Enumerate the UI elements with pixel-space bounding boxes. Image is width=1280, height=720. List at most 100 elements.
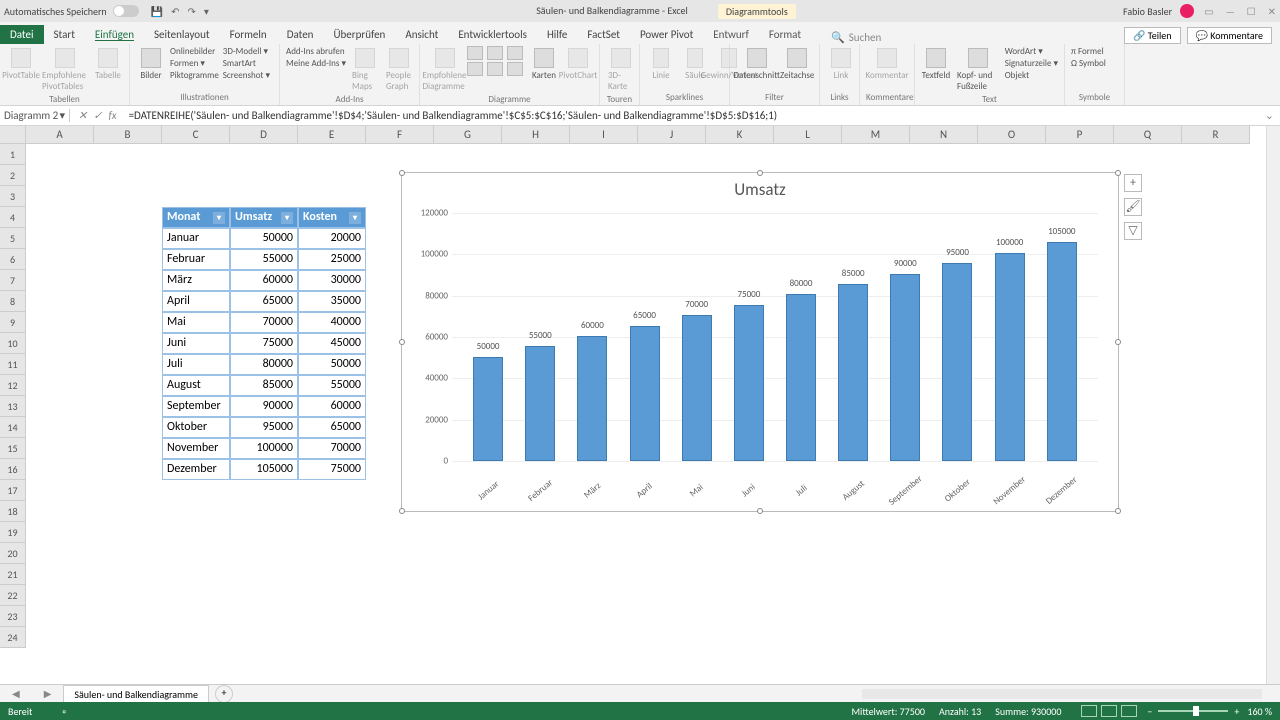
chart-object[interactable]: Umsatz 020000400006000080000100000120000… bbox=[401, 172, 1119, 512]
bar[interactable]: 100000 bbox=[987, 253, 1032, 461]
online-pictures-button[interactable]: Onlinebilder bbox=[170, 46, 219, 57]
row-header[interactable]: 14 bbox=[0, 417, 26, 438]
recommended-pivot-button[interactable]: Empfohlene PivotTables bbox=[40, 46, 89, 94]
row-header[interactable]: 7 bbox=[0, 270, 26, 291]
table-cell[interactable]: 95000 bbox=[230, 417, 298, 438]
save-icon[interactable]: 💾 bbox=[151, 5, 163, 18]
row-header[interactable]: 6 bbox=[0, 249, 26, 270]
bar[interactable]: 80000 bbox=[779, 294, 824, 461]
row-header[interactable]: 11 bbox=[0, 354, 26, 375]
comments-button[interactable]: 💬 Kommentare bbox=[1187, 27, 1272, 44]
filter-dropdown-icon[interactable]: ▾ bbox=[281, 212, 293, 224]
column-header[interactable]: D bbox=[230, 126, 298, 144]
column-header[interactable]: Q bbox=[1114, 126, 1182, 144]
tab-format[interactable]: Format bbox=[759, 25, 811, 44]
table-cell[interactable]: Januar bbox=[162, 228, 230, 249]
table-cell[interactable]: 85000 bbox=[230, 375, 298, 396]
column-header[interactable]: M bbox=[842, 126, 910, 144]
formula-input[interactable]: =DATENREIHE('Säulen- und Balkendiagramme… bbox=[125, 109, 1259, 122]
row-header[interactable]: 13 bbox=[0, 396, 26, 417]
tab-file[interactable]: Datei bbox=[0, 25, 44, 44]
table-cell[interactable]: 35000 bbox=[298, 291, 366, 312]
row-header[interactable]: 18 bbox=[0, 501, 26, 522]
icons-button[interactable]: Piktogramme bbox=[170, 70, 219, 81]
fx-icon[interactable]: fx bbox=[108, 109, 116, 122]
textbox-button[interactable]: Textfeld bbox=[921, 46, 951, 83]
table-cell[interactable]: Februar bbox=[162, 249, 230, 270]
view-pagebreak-icon[interactable] bbox=[1121, 705, 1137, 717]
row-header[interactable]: 21 bbox=[0, 564, 26, 585]
chart-type-gallery[interactable] bbox=[467, 46, 525, 76]
table-header-cell[interactable]: Kosten▾ bbox=[298, 207, 366, 228]
table-cell[interactable]: 65000 bbox=[230, 291, 298, 312]
shapes-button[interactable]: Formen ▾ bbox=[170, 58, 219, 69]
plot-area[interactable]: 020000400006000080000100000120000 500005… bbox=[452, 213, 1098, 461]
table-cell[interactable]: 75000 bbox=[230, 333, 298, 354]
view-normal-icon[interactable] bbox=[1081, 705, 1097, 717]
tab-entwurf[interactable]: Entwurf bbox=[703, 25, 759, 44]
expand-formula-icon[interactable]: ⌄ bbox=[1259, 109, 1280, 122]
table-cell[interactable]: 45000 bbox=[298, 333, 366, 354]
chart-elements-button[interactable]: + bbox=[1124, 174, 1142, 192]
row-header[interactable]: 4 bbox=[0, 207, 26, 228]
row-header[interactable]: 16 bbox=[0, 459, 26, 480]
table-cell[interactable]: 70000 bbox=[230, 312, 298, 333]
table-cell[interactable]: Juli bbox=[162, 354, 230, 375]
bing-maps-button[interactable]: Bing Maps bbox=[350, 46, 380, 94]
row-header[interactable]: 20 bbox=[0, 543, 26, 564]
add-sheet-button[interactable]: + bbox=[215, 685, 233, 703]
my-addins-button[interactable]: Meine Add-Ins ▾ bbox=[286, 58, 346, 69]
sheet-tab-active[interactable]: Säulen- und Balkendiagramme bbox=[63, 685, 209, 703]
chart-title[interactable]: Umsatz bbox=[402, 173, 1118, 206]
table-cell[interactable]: 105000 bbox=[230, 459, 298, 480]
table-cell[interactable]: 70000 bbox=[298, 438, 366, 459]
worksheet-grid[interactable]: ABCDEFGHIJKLMNOPQR 123456789101112131415… bbox=[0, 126, 1280, 660]
maps-button[interactable]: Karten bbox=[529, 46, 559, 83]
search-label[interactable]: Suchen bbox=[849, 31, 882, 44]
search-icon[interactable]: 🔍 bbox=[831, 31, 845, 44]
filter-dropdown-icon[interactable]: ▾ bbox=[213, 212, 225, 224]
column-header[interactable]: P bbox=[1046, 126, 1114, 144]
table-button[interactable]: Tabelle bbox=[93, 46, 123, 83]
chart-filters-button[interactable]: ▽ bbox=[1124, 222, 1142, 240]
row-header[interactable]: 10 bbox=[0, 333, 26, 354]
pivotchart-button[interactable]: PivotChart bbox=[563, 46, 593, 83]
row-header[interactable]: 19 bbox=[0, 522, 26, 543]
pivottable-button[interactable]: PivotTable bbox=[6, 46, 36, 83]
table-cell[interactable]: März bbox=[162, 270, 230, 291]
bar[interactable]: 50000 bbox=[466, 357, 511, 461]
equation-button[interactable]: π Formel bbox=[1071, 46, 1106, 57]
column-header[interactable]: H bbox=[502, 126, 570, 144]
column-header[interactable]: K bbox=[706, 126, 774, 144]
vertical-scrollbar[interactable] bbox=[1266, 126, 1280, 684]
bar[interactable]: 105000 bbox=[1039, 242, 1084, 461]
tab-powerpivot[interactable]: Power Pivot bbox=[630, 25, 703, 44]
tab-ansicht[interactable]: Ansicht bbox=[395, 25, 448, 44]
tab-ueberpruefen[interactable]: Überprüfen bbox=[323, 25, 395, 44]
undo-icon[interactable]: ↶ bbox=[171, 5, 179, 18]
row-header[interactable]: 5 bbox=[0, 228, 26, 249]
column-header[interactable]: J bbox=[638, 126, 706, 144]
sheet-nav-prev[interactable]: ◀ bbox=[0, 687, 32, 700]
autosave-toggle[interactable]: Automatisches Speichern bbox=[4, 5, 139, 18]
enter-icon[interactable]: ✓ bbox=[93, 109, 102, 122]
table-cell[interactable]: 40000 bbox=[298, 312, 366, 333]
table-cell[interactable]: 25000 bbox=[298, 249, 366, 270]
close-icon[interactable]: ✕ bbox=[1268, 5, 1276, 18]
share-button[interactable]: 🔗 Teilen bbox=[1124, 27, 1181, 44]
bar[interactable]: 95000 bbox=[935, 263, 980, 461]
recommended-charts-button[interactable]: Empfohlene Diagramme bbox=[426, 46, 463, 94]
row-header[interactable]: 12 bbox=[0, 375, 26, 396]
tab-daten[interactable]: Daten bbox=[277, 25, 324, 44]
table-cell[interactable]: Dezember bbox=[162, 459, 230, 480]
bar[interactable]: 65000 bbox=[622, 326, 667, 461]
zoom-slider[interactable] bbox=[1158, 710, 1228, 712]
column-header[interactable]: G bbox=[434, 126, 502, 144]
macro-record-icon[interactable]: ▫ bbox=[62, 705, 66, 718]
bar[interactable]: 75000 bbox=[726, 305, 771, 461]
get-addins-button[interactable]: Add-Ins abrufen bbox=[286, 46, 346, 57]
row-header[interactable]: 24 bbox=[0, 627, 26, 648]
timeline-button[interactable]: Zeitachse bbox=[781, 46, 813, 83]
object-button[interactable]: Objekt bbox=[1005, 70, 1058, 81]
column-header[interactable]: A bbox=[26, 126, 94, 144]
